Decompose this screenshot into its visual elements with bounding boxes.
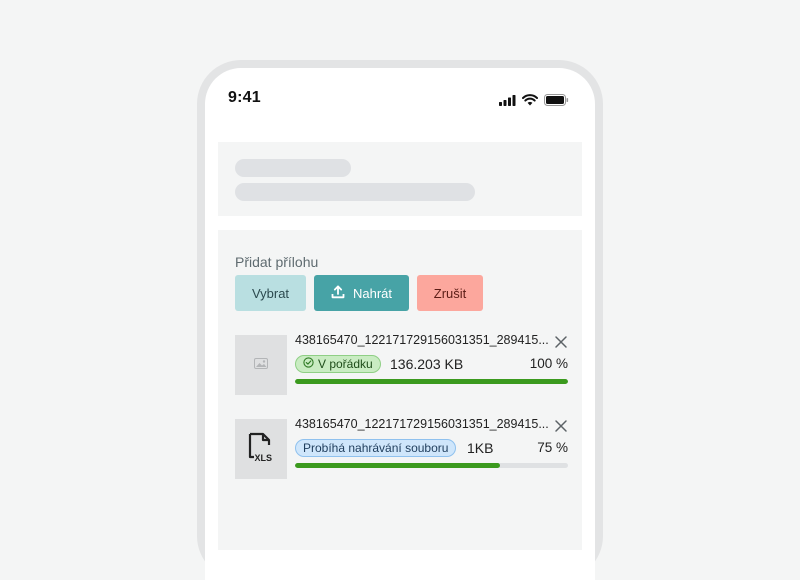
cellular-signal-icon bbox=[499, 93, 516, 111]
skeleton-card bbox=[218, 142, 582, 216]
select-button-label: Vybrat bbox=[251, 285, 290, 301]
phone-screen: 9:41 Přidat přílohu Vybrat Nahrát Zrušit… bbox=[205, 68, 595, 580]
progress-percent: 75 % bbox=[537, 440, 568, 455]
file-name: 438165470_122171729156031351_289415... bbox=[295, 417, 549, 431]
progress-percent: 100 % bbox=[529, 356, 568, 371]
upload-button[interactable]: Nahrát bbox=[314, 275, 409, 311]
file-thumbnail: XLS bbox=[235, 419, 287, 479]
attachment-label: Přidat přílohu bbox=[235, 254, 319, 270]
status-badge: Probíhá nahrávání souboru bbox=[295, 439, 457, 457]
upload-icon bbox=[331, 285, 345, 302]
status-text: Probíhá nahrávání souboru bbox=[303, 441, 449, 455]
status-badge: V pořádku bbox=[295, 355, 381, 373]
remove-file-icon[interactable] bbox=[554, 419, 568, 433]
attachment-card: Přidat přílohu Vybrat Nahrát Zrušit 4381… bbox=[218, 230, 582, 550]
file-item: 438165470_122171729156031351_289415... V… bbox=[235, 333, 568, 397]
image-file-icon bbox=[254, 356, 268, 374]
upload-button-label: Nahrát bbox=[352, 285, 393, 301]
status-icons bbox=[499, 93, 569, 111]
file-thumbnail bbox=[235, 335, 287, 395]
phone-frame: 9:41 Přidat přílohu Vybrat Nahrát Zrušit… bbox=[197, 60, 603, 580]
file-size: 1KB bbox=[467, 440, 494, 456]
skeleton-line-short bbox=[235, 159, 351, 177]
progress-fill bbox=[295, 463, 500, 468]
select-button[interactable]: Vybrat bbox=[235, 275, 306, 311]
cancel-button-label: Zrušit bbox=[433, 285, 467, 301]
status-bar: 9:41 bbox=[205, 68, 595, 128]
cancel-button[interactable]: Zrušit bbox=[417, 275, 483, 311]
status-text: V pořádku bbox=[318, 357, 373, 371]
check-circle-icon bbox=[303, 357, 314, 371]
status-time: 9:41 bbox=[228, 89, 261, 106]
skeleton-line-long bbox=[235, 183, 475, 201]
progress-bar bbox=[295, 379, 568, 384]
file-name: 438165470_122171729156031351_289415... bbox=[295, 333, 549, 347]
battery-icon bbox=[544, 93, 569, 111]
xls-label: XLS bbox=[255, 453, 273, 462]
remove-file-icon[interactable] bbox=[554, 335, 568, 349]
file-size: 136.203 KB bbox=[390, 356, 464, 372]
file-item: XLS 438165470_122171729156031351_289415.… bbox=[235, 417, 568, 481]
xls-file-icon: XLS bbox=[248, 432, 274, 467]
wifi-icon bbox=[522, 93, 538, 111]
progress-bar bbox=[295, 463, 568, 468]
progress-fill bbox=[295, 379, 568, 384]
